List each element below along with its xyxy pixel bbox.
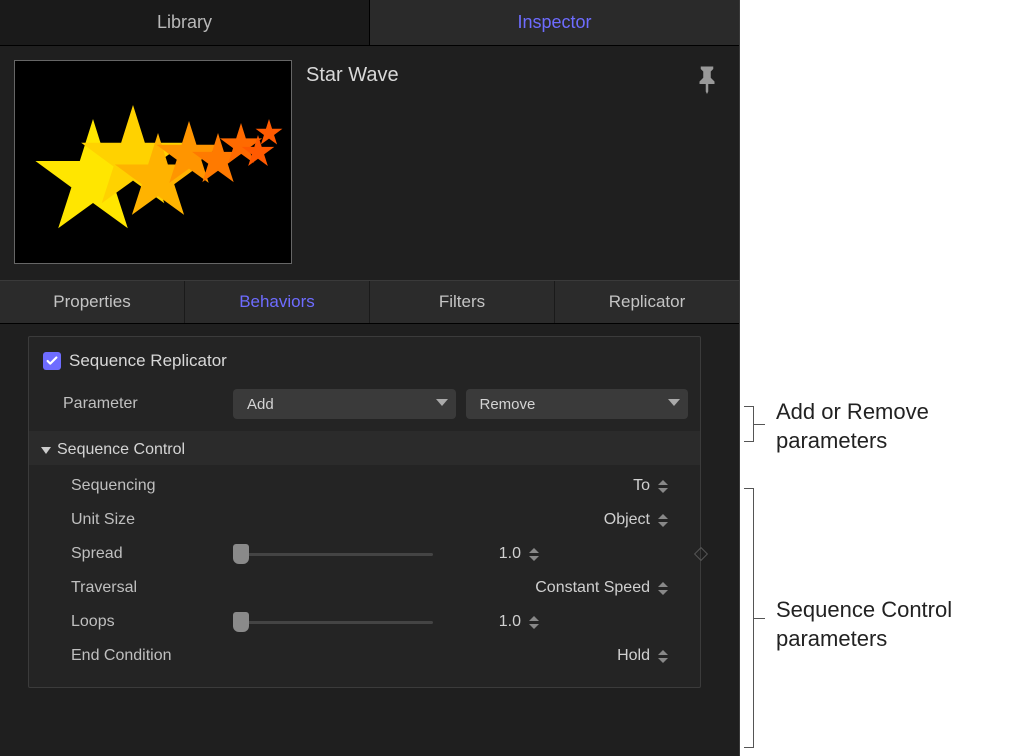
end-condition-value: Hold	[610, 647, 650, 665]
spread-value[interactable]: 1.0	[481, 545, 521, 563]
sequence-control-header[interactable]: Sequence Control	[29, 431, 700, 465]
stepper-icon[interactable]	[529, 548, 539, 561]
loops-control[interactable]: 1.0	[233, 613, 688, 631]
remove-label: Remove	[480, 396, 536, 413]
behavior-section: Sequence Replicator Parameter Add Remove…	[28, 336, 701, 688]
tab-behaviors[interactable]: Behaviors	[185, 281, 370, 323]
top-tab-bar: Library Inspector	[0, 0, 739, 46]
parameter-row: Parameter Add Remove	[41, 383, 688, 425]
chevron-down-icon	[668, 399, 680, 409]
loops-label: Loops	[71, 613, 233, 631]
keyframe-icon[interactable]	[694, 547, 708, 561]
add-label: Add	[247, 396, 274, 413]
pin-icon[interactable]	[697, 64, 717, 90]
sequencing-value: To	[610, 477, 650, 495]
spread-control[interactable]: 1.0	[233, 545, 688, 563]
sub-tab-bar: Properties Behaviors Filters Replicator	[0, 280, 739, 324]
section-header: Sequence Replicator	[41, 347, 688, 383]
end-condition-control[interactable]: Hold	[233, 647, 688, 665]
sequencing-label: Sequencing	[71, 477, 233, 495]
unit-size-control[interactable]: Object	[233, 511, 688, 529]
inspector-content: Sequence Replicator Parameter Add Remove…	[0, 324, 739, 700]
sequencing-row: Sequencing To	[41, 469, 688, 503]
group-title: Sequence Control	[57, 441, 185, 459]
loops-value[interactable]: 1.0	[481, 613, 521, 631]
loops-slider[interactable]	[233, 614, 433, 630]
traversal-row: Traversal Constant Speed	[41, 571, 688, 605]
spread-label: Spread	[71, 545, 233, 563]
unit-size-label: Unit Size	[71, 511, 233, 529]
end-condition-label: End Condition	[71, 647, 233, 665]
remove-parameter-dropdown[interactable]: Remove	[466, 389, 689, 419]
add-parameter-dropdown[interactable]: Add	[233, 389, 456, 419]
preview-title: Star Wave	[306, 64, 399, 264]
loops-row: Loops 1.0	[41, 605, 688, 639]
slider-thumb[interactable]	[233, 612, 249, 632]
spread-slider[interactable]	[233, 546, 433, 562]
section-title: Sequence Replicator	[69, 351, 227, 371]
tab-library[interactable]: Library	[0, 0, 370, 45]
traversal-control[interactable]: Constant Speed	[233, 579, 688, 597]
stepper-icon[interactable]	[658, 480, 668, 493]
traversal-value: Constant Speed	[510, 579, 650, 597]
tab-properties[interactable]: Properties	[0, 281, 185, 323]
stepper-icon[interactable]	[658, 650, 668, 663]
enable-checkbox[interactable]	[43, 352, 61, 370]
parameter-label: Parameter	[63, 395, 233, 413]
stepper-icon[interactable]	[658, 514, 668, 527]
slider-thumb[interactable]	[233, 544, 249, 564]
disclosure-triangle-icon	[41, 447, 51, 454]
spread-row: Spread 1.0	[41, 537, 688, 571]
tab-inspector[interactable]: Inspector	[370, 0, 739, 45]
preview-strip: Star Wave	[0, 46, 739, 280]
chevron-down-icon	[436, 399, 448, 409]
preview-title-area: Star Wave	[306, 60, 725, 264]
unit-size-row: Unit Size Object	[41, 503, 688, 537]
traversal-label: Traversal	[71, 579, 233, 597]
sequencing-control[interactable]: To	[233, 477, 688, 495]
stepper-icon[interactable]	[529, 616, 539, 629]
annotation-add-remove: Add or Remove parameters	[776, 398, 1022, 455]
stepper-icon[interactable]	[658, 582, 668, 595]
annotation-sequence-control: Sequence Control parameters	[776, 596, 1022, 653]
tab-replicator[interactable]: Replicator	[555, 281, 739, 323]
tab-filters[interactable]: Filters	[370, 281, 555, 323]
bracket-icon	[744, 488, 754, 748]
unit-size-value: Object	[604, 511, 650, 529]
preview-thumbnail[interactable]	[14, 60, 292, 264]
inspector-panel: Library Inspector Star Wave Properties B…	[0, 0, 740, 756]
bracket-icon	[744, 406, 754, 442]
end-condition-row: End Condition Hold	[41, 639, 688, 673]
